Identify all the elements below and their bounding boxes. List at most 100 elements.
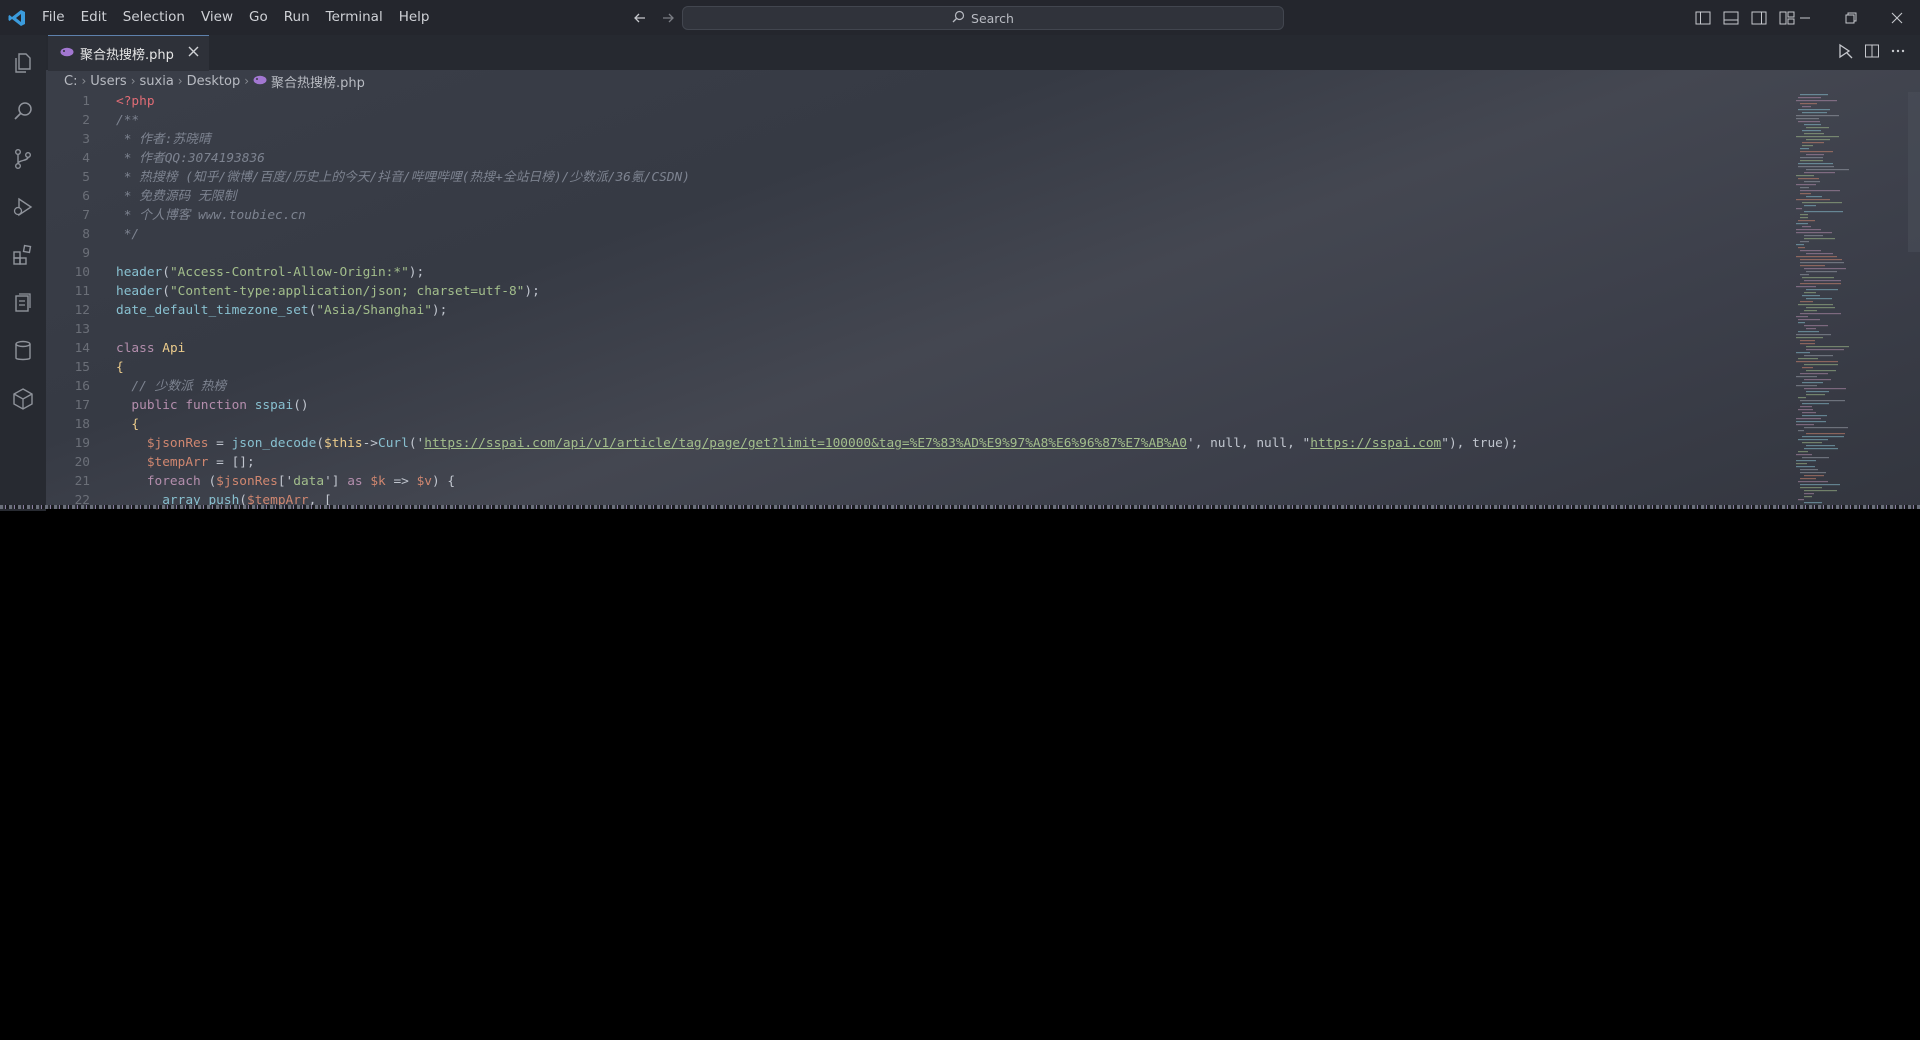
code-text: $jsonRes = json_decode($this->Curl('http… — [116, 434, 1518, 453]
code-line[interactable]: 17 public function sspai() — [46, 396, 1806, 415]
remote-explorer-icon[interactable] — [0, 279, 46, 327]
code-editor[interactable]: 1 <?php 2/** 3 * 作者:苏晓晴 4 * 作者QQ:3074193836 5… — [46, 92, 1806, 507]
menu-edit[interactable]: Edit — [73, 0, 115, 35]
code-line[interactable]: 20 $tempArr = []; — [46, 453, 1806, 472]
minimap-line — [1804, 496, 1812, 498]
minimap-line — [1806, 127, 1829, 129]
minimize-icon[interactable] — [1782, 0, 1828, 35]
code-line[interactable]: 6 * 免费源码 无限制 — [46, 187, 1806, 206]
code-token: $this — [324, 436, 363, 451]
code-text: header("Access-Control-Allow-Origin:*"); — [116, 263, 424, 282]
line-number: 20 — [74, 455, 90, 470]
menu-file[interactable]: File — [34, 0, 73, 35]
minimap-line — [1804, 493, 1814, 495]
code-line[interactable]: 21 foreach ($jsonRes['data'] as $k => $v… — [46, 472, 1806, 491]
code-text: <?php — [116, 92, 155, 111]
split-editor-icon[interactable] — [1864, 43, 1880, 63]
code-token: ', null, null, " — [1186, 436, 1311, 451]
breadcrumb-item[interactable]: 聚合热搜榜.php — [271, 72, 365, 91]
minimap-line — [1796, 424, 1814, 426]
source-control-icon[interactable] — [0, 135, 46, 183]
toggle-primary-sidebar-icon[interactable] — [1692, 7, 1714, 29]
extensions-icon[interactable] — [0, 231, 46, 279]
close-window-icon[interactable] — [1874, 0, 1920, 35]
minimap-line — [1804, 490, 1837, 492]
code-text: /** — [116, 111, 139, 130]
code-line[interactable]: 16 // 少数派 热榜 — [46, 377, 1806, 396]
toggle-panel-icon[interactable] — [1720, 7, 1742, 29]
close-icon[interactable] — [188, 46, 199, 61]
menu-help[interactable]: Help — [391, 0, 438, 35]
minimap-line — [1798, 499, 1804, 501]
menu-terminal[interactable]: Terminal — [318, 0, 391, 35]
code-line[interactable]: 4 * 作者QQ:3074193836 — [46, 149, 1806, 168]
code-token: ( — [316, 436, 325, 451]
menu-go[interactable]: Go — [241, 0, 276, 35]
minimap-line — [1804, 379, 1831, 381]
code-line[interactable]: 1 <?php — [46, 92, 1806, 111]
arrow-right-icon[interactable] — [658, 8, 678, 28]
code-line[interactable]: 5 * 热搜榜 (知乎/微博/百度/历史上的今天/抖音/哔哩哔哩(热搜+全站日榜… — [46, 168, 1806, 187]
minimap[interactable] — [1792, 92, 1908, 507]
run-debug-icon[interactable] — [0, 183, 46, 231]
search-icon[interactable] — [0, 87, 46, 135]
explorer-icon[interactable] — [0, 39, 46, 87]
breadcrumb-item[interactable]: suxia — [140, 74, 174, 89]
menu-run[interactable]: Run — [276, 0, 318, 35]
run-code-icon[interactable] — [1836, 43, 1854, 63]
code-token: * 作者QQ:3074193836 — [116, 151, 265, 166]
breadcrumb-item[interactable]: Users — [90, 74, 126, 89]
code-line[interactable]: 12 date_default_timezone_set("Asia/Shangh… — [46, 301, 1806, 320]
code-token: https://sspai.com — [1310, 436, 1442, 451]
code-line[interactable]: 11 header("Content-type:application/json;… — [46, 282, 1806, 301]
code-line[interactable]: 13 — [46, 320, 1806, 339]
command-center-search[interactable]: Search — [682, 6, 1284, 30]
database-icon[interactable] — [0, 327, 46, 375]
more-actions-icon[interactable] — [1890, 43, 1906, 63]
chevron-right-icon: › — [130, 74, 136, 88]
code-line[interactable]: 7 * 个人博客 www.toubiec.cn — [46, 206, 1806, 225]
minimap-line — [1802, 226, 1811, 228]
editor-scrollbar[interactable] — [1908, 92, 1920, 252]
code-line[interactable]: 19 $jsonRes = json_decode($this->Curl('h… — [46, 434, 1806, 453]
toggle-secondary-sidebar-icon[interactable] — [1748, 7, 1770, 29]
code-line[interactable]: 3 * 作者:苏晓晴 — [46, 130, 1806, 149]
tab-active-file[interactable]: 聚合热搜榜.php — [48, 35, 209, 71]
chevron-right-icon: › — [244, 74, 250, 88]
minimap-line — [1798, 166, 1834, 168]
line-number: 17 — [74, 398, 90, 413]
code-line[interactable]: 15 { — [46, 358, 1806, 377]
minimap-line — [1800, 343, 1815, 345]
minimap-line — [1796, 208, 1802, 210]
code-line[interactable]: 2 /** — [46, 111, 1806, 130]
minimap-line — [1804, 172, 1835, 174]
minimap-line — [1796, 334, 1831, 336]
restore-icon[interactable] — [1828, 0, 1874, 35]
minimap-line — [1800, 148, 1809, 150]
code-token: * 作者:苏晓晴 — [116, 132, 211, 147]
menu-selection[interactable]: Selection — [115, 0, 193, 35]
vscode-logo-icon[interactable] — [0, 0, 34, 35]
minimap-line — [1804, 388, 1846, 390]
code-text: * 免费源码 无限制 — [116, 187, 237, 206]
minimap-line — [1798, 109, 1830, 111]
code-line[interactable]: 9 — [46, 244, 1806, 263]
code-line[interactable]: 14 class Api — [46, 339, 1806, 358]
chevron-right-icon: › — [81, 74, 87, 88]
breadcrumb-item[interactable]: C: — [64, 74, 77, 89]
minimap-line — [1800, 187, 1809, 189]
minimap-line — [1800, 487, 1822, 489]
minimap-line — [1800, 94, 1828, 96]
code-line[interactable]: 10 header("Access-Control-Allow-Origin:*"… — [46, 263, 1806, 282]
menu-view[interactable]: View — [193, 0, 241, 35]
code-line[interactable]: 8 */ — [46, 225, 1806, 244]
minimap-line — [1800, 259, 1842, 261]
code-line[interactable]: 18 { — [46, 415, 1806, 434]
minimap-line — [1806, 346, 1849, 348]
breadcrumb-item[interactable]: Desktop — [187, 74, 241, 89]
package-icon[interactable] — [0, 375, 46, 423]
arrow-left-icon[interactable] — [630, 8, 650, 28]
minimap-line — [1798, 304, 1833, 306]
minimap-line — [1804, 133, 1824, 135]
minimap-line — [1798, 163, 1833, 165]
